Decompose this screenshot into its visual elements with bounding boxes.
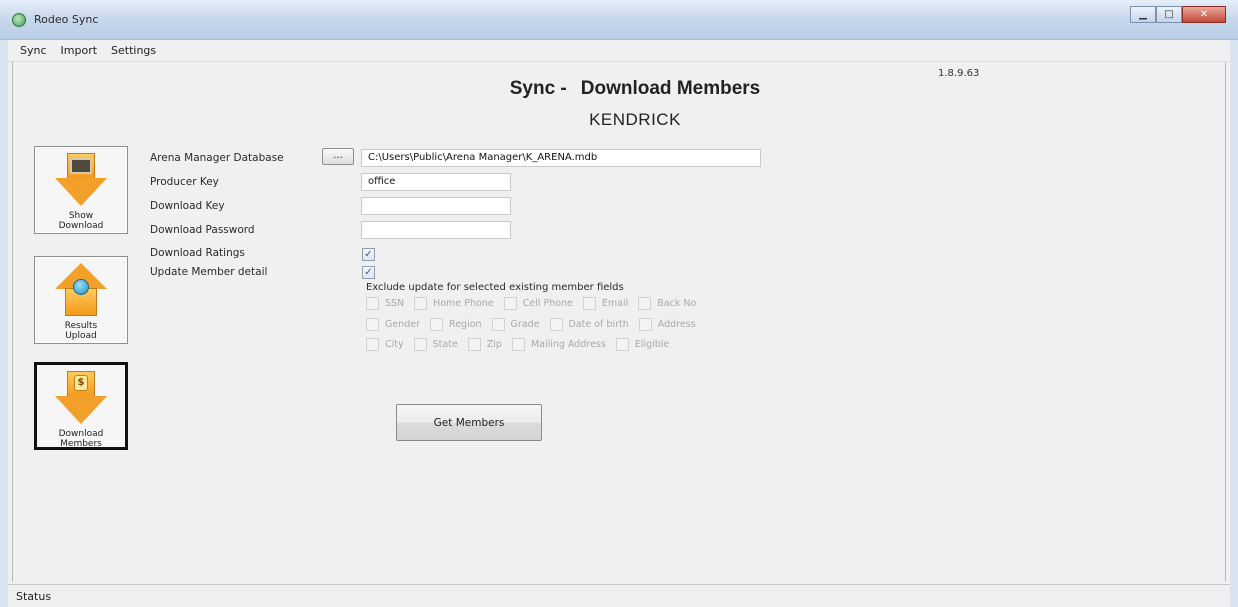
exclude-checkbox — [511, 338, 525, 351]
exclude-checkbox — [582, 297, 596, 310]
exclude-option-ssn: SSN — [366, 297, 404, 310]
arena-db-label: Arena Manager Database — [150, 152, 284, 164]
app-icon — [12, 13, 26, 27]
minimize-icon[interactable]: ▁ — [1130, 6, 1156, 23]
get-members-button[interactable]: Get Members — [396, 404, 542, 441]
exclude-option-gender: Gender — [366, 318, 420, 331]
exclude-checkbox — [638, 318, 652, 331]
exclude-option-state: State — [413, 338, 458, 351]
close-icon[interactable]: ✕ — [1182, 6, 1226, 23]
download-ratings-checkbox[interactable]: ✓ — [362, 248, 375, 261]
page-title-text: Download Members — [580, 78, 761, 99]
exclude-option-date-of-birth: Date of birth — [549, 318, 629, 331]
exclude-checkbox — [615, 338, 629, 351]
exclude-row-2: Gender Region Grade Date of birth Addres… — [366, 318, 706, 331]
exclude-option-mailing-address: Mailing Address — [511, 338, 606, 351]
exclude-checkbox — [467, 338, 481, 351]
menu-bar: Sync Import Settings — [8, 40, 1230, 62]
maximize-icon[interactable]: □ — [1156, 6, 1182, 23]
update-member-checkbox[interactable]: ✓ — [362, 266, 375, 279]
exclude-option-home-phone: Home Phone — [414, 297, 494, 310]
nav-download-members-button[interactable]: $ Download Members — [34, 362, 128, 450]
exclude-option-address: Address — [638, 318, 696, 331]
exclude-option-back-no: Back No — [638, 297, 696, 310]
page-title-prefix: Sync - — [509, 78, 567, 99]
nav-show-download-button[interactable]: Show Download — [34, 146, 128, 234]
download-password-field[interactable] — [361, 221, 511, 239]
exclude-checkbox — [491, 318, 505, 331]
exclude-option-grade: Grade — [491, 318, 540, 331]
arena-name: KENDRICK — [589, 110, 681, 129]
exclude-option-eligible: Eligible — [615, 338, 669, 351]
exclude-checkbox — [503, 297, 517, 310]
house-globe-icon — [49, 263, 113, 319]
download-key-field[interactable] — [361, 197, 511, 215]
exclude-option-email: Email — [582, 297, 628, 310]
nav-results-upload-button[interactable]: Results Upload — [34, 256, 128, 344]
nav-download-members-label: Download Members — [58, 429, 104, 449]
arena-db-field[interactable]: C:\Users\Public\Arena Manager\K_ARENA.md… — [361, 149, 761, 167]
exclude-checkbox — [366, 338, 379, 351]
status-bar: Status — [8, 584, 1230, 607]
exclude-row-3: City State Zip Mailing Address Eligible — [366, 338, 679, 351]
exclude-option-city: City — [366, 338, 404, 351]
download-password-label: Download Password — [150, 224, 255, 236]
exclude-checkbox — [366, 297, 379, 310]
nav-results-upload-label: Results Upload — [64, 321, 98, 341]
exclude-checkbox — [366, 318, 379, 331]
title-bar: Rodeo Sync ▁ □ ✕ — [0, 0, 1238, 40]
window-controls: ▁ □ ✕ — [1130, 6, 1226, 23]
producer-key-field[interactable]: office — [361, 173, 511, 191]
exclude-fields-title: Exclude update for selected existing mem… — [366, 282, 624, 293]
menu-settings[interactable]: Settings — [111, 44, 156, 57]
exclude-row-1: SSN Home Phone Cell Phone Email Back No — [366, 297, 706, 310]
page-title: Sync - Download Members — [0, 78, 1238, 100]
exclude-checkbox — [638, 297, 652, 310]
menu-sync[interactable]: Sync — [20, 44, 47, 57]
exclude-checkbox — [414, 297, 428, 310]
exclude-checkbox — [413, 338, 427, 351]
exclude-option-cell-phone: Cell Phone — [503, 297, 573, 310]
menu-import[interactable]: Import — [61, 44, 98, 57]
arrow-down-icon — [49, 153, 113, 209]
producer-key-label: Producer Key — [150, 176, 219, 188]
window-title: Rodeo Sync — [34, 13, 99, 26]
exclude-checkbox — [430, 318, 444, 331]
exclude-option-zip: Zip — [467, 338, 502, 351]
download-coin-icon: $ — [49, 371, 113, 427]
download-key-label: Download Key — [150, 200, 225, 212]
download-ratings-label: Download Ratings — [150, 247, 245, 259]
exclude-checkbox — [549, 318, 563, 331]
update-member-label: Update Member detail — [150, 266, 268, 278]
status-text: Status — [16, 589, 52, 603]
nav-show-download-label: Show Download — [58, 211, 104, 231]
exclude-option-region: Region — [430, 318, 482, 331]
browse-button[interactable]: ... — [322, 148, 354, 165]
